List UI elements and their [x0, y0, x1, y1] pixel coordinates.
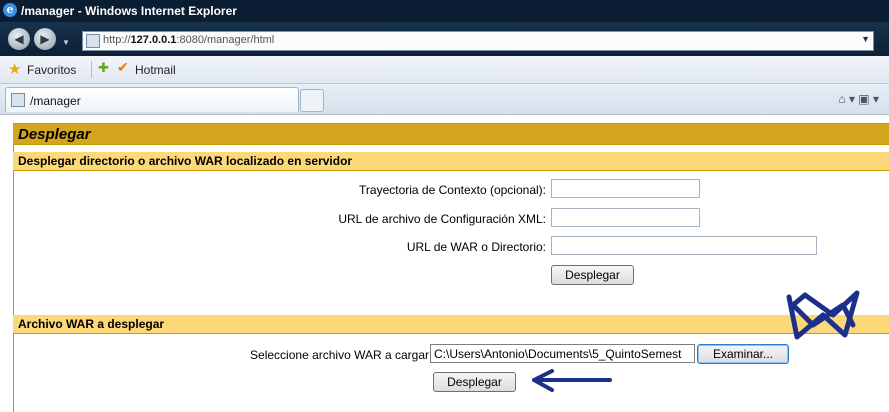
tab-title: /manager	[30, 94, 81, 108]
hotmail-link[interactable]: Hotmail	[135, 63, 176, 77]
war-url-label: URL de WAR o Directorio:	[406, 240, 546, 254]
upload-section-header: Archivo WAR a desplegar	[13, 315, 889, 334]
config-url-label: URL de archivo de Configuración XML:	[338, 212, 546, 226]
back-button[interactable]: ◀	[8, 28, 30, 50]
context-path-input[interactable]	[551, 179, 700, 198]
deploy-title: Desplegar	[18, 126, 91, 143]
browse-button[interactable]: Examinar...	[697, 344, 789, 364]
tab-bar: /manager ⌂ ▾ ▣ ▾	[0, 84, 889, 115]
scribble-annotation	[786, 290, 860, 340]
server-section-header: Desplegar directorio o archivo WAR local…	[13, 152, 889, 171]
new-tab-button[interactable]	[300, 89, 324, 112]
config-url-input[interactable]	[551, 208, 700, 227]
address-bar[interactable]: http://127.0.0.1:8080/manager/html ▼	[82, 31, 874, 51]
favorites-star-icon[interactable]: ★	[8, 60, 21, 78]
address-dropdown-icon[interactable]: ▼	[861, 34, 870, 44]
deploy-server-button[interactable]: Desplegar	[551, 265, 634, 285]
arrow-annotation	[532, 369, 612, 392]
tab-favicon-icon	[11, 93, 25, 107]
tab-manager[interactable]: /manager	[5, 87, 299, 112]
address-url[interactable]: http://127.0.0.1:8080/manager/html	[103, 34, 274, 46]
window-title: /manager - Windows Internet Explorer	[21, 4, 237, 18]
server-section-heading: Desplegar directorio o archivo WAR local…	[18, 154, 353, 168]
war-url-input[interactable]	[551, 236, 817, 255]
page-favicon-icon	[86, 34, 100, 48]
favorites-separator	[91, 61, 92, 78]
select-war-label: Seleccione archivo WAR a cargar	[250, 348, 429, 362]
deploy-upload-button[interactable]: Desplegar	[433, 372, 516, 392]
upload-section-heading: Archivo WAR a desplegar	[18, 317, 165, 331]
context-path-label: Trayectoria de Contexto (opcional):	[359, 183, 546, 197]
favorites-bar: ★ Favoritos ✚ ✔ Hotmail	[0, 56, 889, 84]
forward-button[interactable]: ▶	[34, 28, 56, 50]
hotmail-icon[interactable]: ✔	[117, 59, 129, 76]
history-dropdown-icon[interactable]: ▼	[62, 38, 70, 47]
forward-arrow-icon: ▶	[40, 32, 50, 46]
war-file-input[interactable]	[430, 344, 695, 363]
window-title-bar: e /manager - Windows Internet Explorer	[0, 0, 889, 22]
navigation-bar: ◀ ▶ ▼ http://127.0.0.1:8080/manager/html…	[0, 22, 889, 56]
ie-logo-icon: e	[3, 3, 17, 17]
back-arrow-icon: ◀	[14, 32, 24, 46]
deploy-title-bar: Desplegar	[13, 123, 889, 145]
home-and-feeds-icons[interactable]: ⌂ ▾ ▣ ▾	[838, 92, 879, 106]
favorites-button[interactable]: Favoritos	[27, 63, 76, 77]
add-to-favorites-icon[interactable]: ✚	[98, 60, 109, 76]
